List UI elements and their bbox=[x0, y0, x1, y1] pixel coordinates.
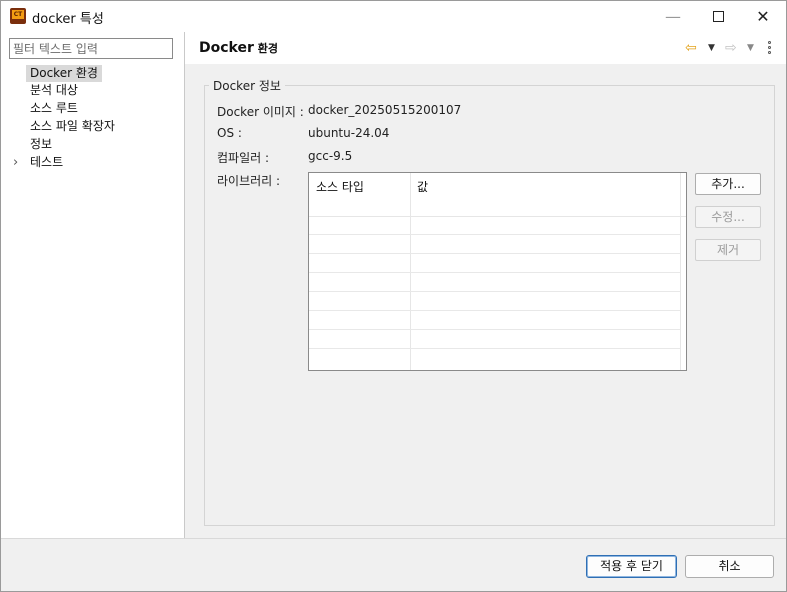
table-row[interactable] bbox=[309, 330, 680, 349]
content-pane: Docker 환경 ⇦ ▼ ⇨ ▼ Docker 정보 Docker 이미지 :… bbox=[185, 32, 786, 538]
cancel-button[interactable]: 취소 bbox=[685, 555, 774, 578]
library-table[interactable]: 소스 타입 값 bbox=[308, 172, 687, 371]
minimize-icon: — bbox=[665, 7, 681, 26]
minimize-button[interactable]: — bbox=[650, 1, 696, 32]
forward-dropdown-icon[interactable]: ▼ bbox=[747, 40, 754, 56]
add-button[interactable]: 추가... bbox=[695, 173, 761, 195]
apply-and-close-button[interactable]: 적용 후 닫기 bbox=[586, 555, 677, 578]
table-row[interactable] bbox=[309, 216, 680, 235]
edit-button[interactable]: 수정... bbox=[695, 206, 761, 228]
group-title: Docker 정보 bbox=[209, 77, 285, 94]
chevron-right-icon[interactable]: › bbox=[13, 154, 18, 171]
maximize-button[interactable] bbox=[695, 1, 741, 32]
filter-input[interactable] bbox=[13, 40, 163, 57]
sidebar-item-test[interactable]: 테스트 bbox=[26, 154, 67, 171]
sidebar-item-source-root[interactable]: 소스 루트 bbox=[26, 100, 82, 117]
remove-button[interactable]: 제거 bbox=[695, 239, 761, 261]
column-header-value[interactable]: 값 bbox=[417, 178, 428, 195]
table-row[interactable] bbox=[309, 254, 680, 273]
close-icon: ✕ bbox=[756, 7, 770, 26]
sidebar-item-source-extensions[interactable]: 소스 파일 확장자 bbox=[26, 118, 119, 135]
back-arrow-icon[interactable]: ⇦ bbox=[685, 40, 697, 56]
docker-image-label: Docker 이미지 : bbox=[217, 105, 304, 119]
forward-arrow-icon[interactable]: ⇨ bbox=[725, 40, 737, 56]
back-dropdown-icon[interactable]: ▼ bbox=[708, 40, 715, 56]
filter-field[interactable] bbox=[9, 38, 173, 59]
page-header: Docker 환경 ⇦ ▼ ⇨ ▼ bbox=[185, 32, 786, 64]
maximize-icon bbox=[712, 11, 724, 22]
column-header-source-type[interactable]: 소스 타입 bbox=[316, 178, 364, 195]
sidebar: Docker 환경 분석 대상 소스 루트 소스 파일 확장자 정보 › 테스트 bbox=[1, 32, 185, 538]
column-divider bbox=[680, 173, 681, 370]
window-title: docker 특성 bbox=[32, 12, 104, 27]
sidebar-item-docker-env[interactable]: Docker 환경 bbox=[26, 65, 102, 82]
close-button[interactable]: ✕ bbox=[740, 1, 786, 32]
table-row[interactable] bbox=[309, 235, 680, 254]
sidebar-item-analysis-target[interactable]: 분석 대상 bbox=[26, 82, 82, 99]
library-label: 라이브러리 : bbox=[217, 174, 281, 188]
os-label: OS : bbox=[217, 126, 242, 140]
app-logo-icon: CT bbox=[10, 8, 26, 24]
table-header: 소스 타입 값 bbox=[309, 173, 686, 217]
os-value: ubuntu-24.04 bbox=[308, 126, 390, 140]
page-title: Docker 환경 bbox=[199, 40, 278, 56]
title-bar: CT docker 특성 — ✕ bbox=[1, 1, 786, 32]
button-bar: 적용 후 닫기 취소 bbox=[1, 538, 786, 591]
table-row[interactable] bbox=[309, 311, 680, 330]
table-row[interactable] bbox=[309, 273, 680, 292]
compiler-label: 컴파일러 : bbox=[217, 151, 270, 165]
table-row[interactable] bbox=[309, 292, 680, 311]
compiler-value: gcc-9.5 bbox=[308, 149, 353, 163]
sidebar-item-info[interactable]: 정보 bbox=[26, 136, 56, 153]
view-menu-icon[interactable] bbox=[766, 40, 772, 56]
properties-dialog: CT docker 특성 — ✕ Docker 환경 분석 대상 소스 루트 소… bbox=[0, 0, 787, 592]
docker-image-value: docker_20250515200107 bbox=[308, 103, 462, 117]
